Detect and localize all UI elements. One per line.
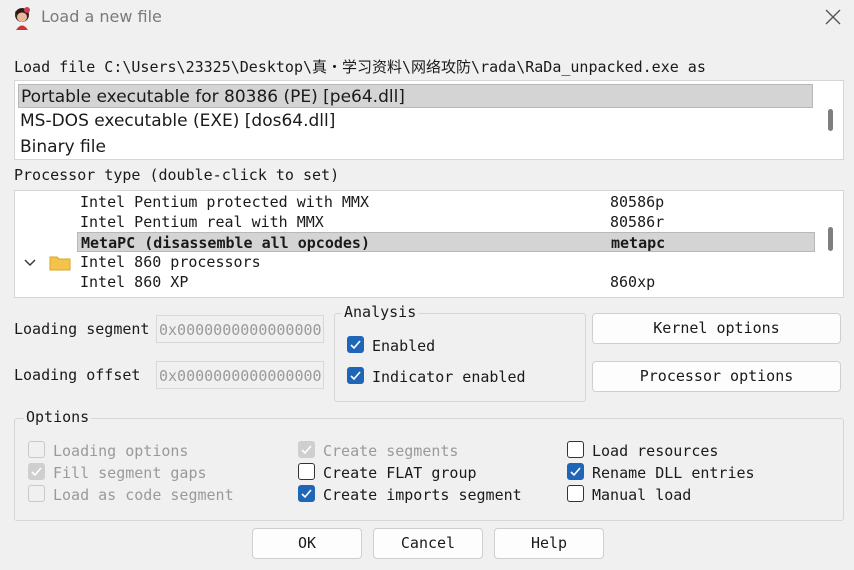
- create-segments-row[interactable]: Create segments: [298, 440, 458, 462]
- processor-row[interactable]: Intel 860 XP 860xp: [77, 272, 815, 292]
- file-type-list[interactable]: Portable executable for 80386 (PE) [pe64…: [14, 80, 844, 160]
- processor-code: 860xp: [610, 273, 656, 291]
- processor-row-selected[interactable]: MetaPC (disassemble all opcodes) metapc: [77, 232, 815, 252]
- file-list-scrollbar[interactable]: [828, 109, 833, 131]
- loading-segment-field[interactable]: 0x0000000000000000: [156, 315, 324, 343]
- load-resources-label: Load resources: [592, 442, 719, 460]
- close-icon[interactable]: [822, 6, 844, 28]
- indicator-enabled-label: Indicator enabled: [372, 368, 526, 386]
- analysis-group-title: Analysis: [342, 303, 419, 321]
- processor-row[interactable]: Intel Pentium protected with MMX 80586p: [77, 192, 815, 212]
- processor-code: 80586r: [610, 213, 665, 231]
- enabled-checkbox[interactable]: [347, 336, 364, 353]
- create-imports-segment-label: Create imports segment: [323, 486, 522, 504]
- fill-segment-gaps-label: Fill segment gaps: [53, 464, 207, 482]
- processor-list[interactable]: Intel Pentium protected with MMX 80586p …: [14, 190, 844, 298]
- file-type-item[interactable]: Portable executable for 80386 (PE) [pe64…: [18, 84, 813, 108]
- processor-name: Intel 860 XP: [80, 273, 189, 291]
- load-resources-checkbox[interactable]: [567, 441, 584, 458]
- fill-segment-gaps-checkbox[interactable]: [28, 463, 45, 480]
- processor-list-scrollbar[interactable]: [828, 227, 833, 251]
- indicator-checkbox-row[interactable]: Indicator enabled: [347, 366, 526, 388]
- create-flat-group-label: Create FLAT group: [323, 464, 477, 482]
- loading-options-label: Loading options: [53, 442, 189, 460]
- processor-name: Intel Pentium real with MMX: [80, 213, 324, 231]
- loading-segment-label: Loading segment: [14, 320, 150, 338]
- load-resources-row[interactable]: Load resources: [567, 440, 718, 462]
- processor-name: Intel 860 processors: [80, 253, 261, 271]
- load-file-label: Load file C:\Users\23325\Desktop\真・学习资料\…: [14, 58, 706, 76]
- options-group-title: Options: [24, 408, 92, 426]
- enabled-checkbox-row[interactable]: Enabled: [347, 335, 435, 357]
- enabled-label: Enabled: [372, 337, 436, 355]
- help-button[interactable]: Help: [494, 528, 604, 559]
- manual-load-label: Manual load: [592, 486, 692, 504]
- processor-row[interactable]: Intel Pentium real with MMX 80586r: [77, 212, 815, 232]
- analysis-group: [334, 313, 586, 402]
- cancel-button[interactable]: Cancel: [373, 528, 483, 559]
- manual-load-checkbox[interactable]: [567, 485, 584, 502]
- loading-offset-label: Loading offset: [14, 366, 141, 384]
- create-flat-group-row[interactable]: Create FLAT group: [298, 462, 477, 484]
- fill-segment-gaps-row[interactable]: Fill segment gaps: [28, 462, 207, 484]
- loading-offset-field[interactable]: 0x0000000000000000: [156, 361, 324, 389]
- loading-options-checkbox[interactable]: [28, 441, 45, 458]
- create-segments-checkbox[interactable]: [298, 441, 315, 458]
- create-flat-group-checkbox[interactable]: [298, 463, 315, 480]
- kernel-options-button[interactable]: Kernel options: [592, 313, 841, 344]
- load-as-code-segment-row[interactable]: Load as code segment: [28, 484, 234, 506]
- processor-code: 80586p: [610, 193, 665, 211]
- create-imports-segment-checkbox[interactable]: [298, 485, 315, 502]
- create-imports-segment-row[interactable]: Create imports segment: [298, 484, 522, 506]
- indicator-enabled-checkbox[interactable]: [347, 367, 364, 384]
- window-title: Load a new file: [41, 7, 162, 26]
- rename-dll-entries-row[interactable]: Rename DLL entries: [567, 462, 755, 484]
- create-segments-label: Create segments: [323, 442, 459, 460]
- file-type-item[interactable]: MS-DOS executable (EXE) [dos64.dll]: [18, 109, 813, 133]
- processor-group-row[interactable]: Intel 860 processors: [15, 252, 815, 272]
- folder-icon: [49, 254, 71, 276]
- ok-button[interactable]: OK: [252, 528, 362, 559]
- processor-type-label: Processor type (double-click to set): [14, 166, 340, 184]
- rename-dll-entries-checkbox[interactable]: [567, 463, 584, 480]
- rename-dll-entries-label: Rename DLL entries: [592, 464, 755, 482]
- file-type-item[interactable]: Binary file: [18, 135, 813, 159]
- processor-name: MetaPC (disassemble all opcodes): [81, 234, 370, 252]
- processor-options-button[interactable]: Processor options: [592, 361, 841, 392]
- load-as-code-segment-label: Load as code segment: [53, 486, 234, 504]
- processor-name: Intel Pentium protected with MMX: [80, 193, 369, 211]
- processor-code: metapc: [611, 234, 666, 252]
- load-as-code-segment-checkbox[interactable]: [28, 485, 45, 502]
- loading-options-row[interactable]: Loading options: [28, 440, 188, 462]
- manual-load-row[interactable]: Manual load: [567, 484, 691, 506]
- app-icon: [10, 6, 34, 30]
- chevron-down-icon[interactable]: [23, 252, 37, 277]
